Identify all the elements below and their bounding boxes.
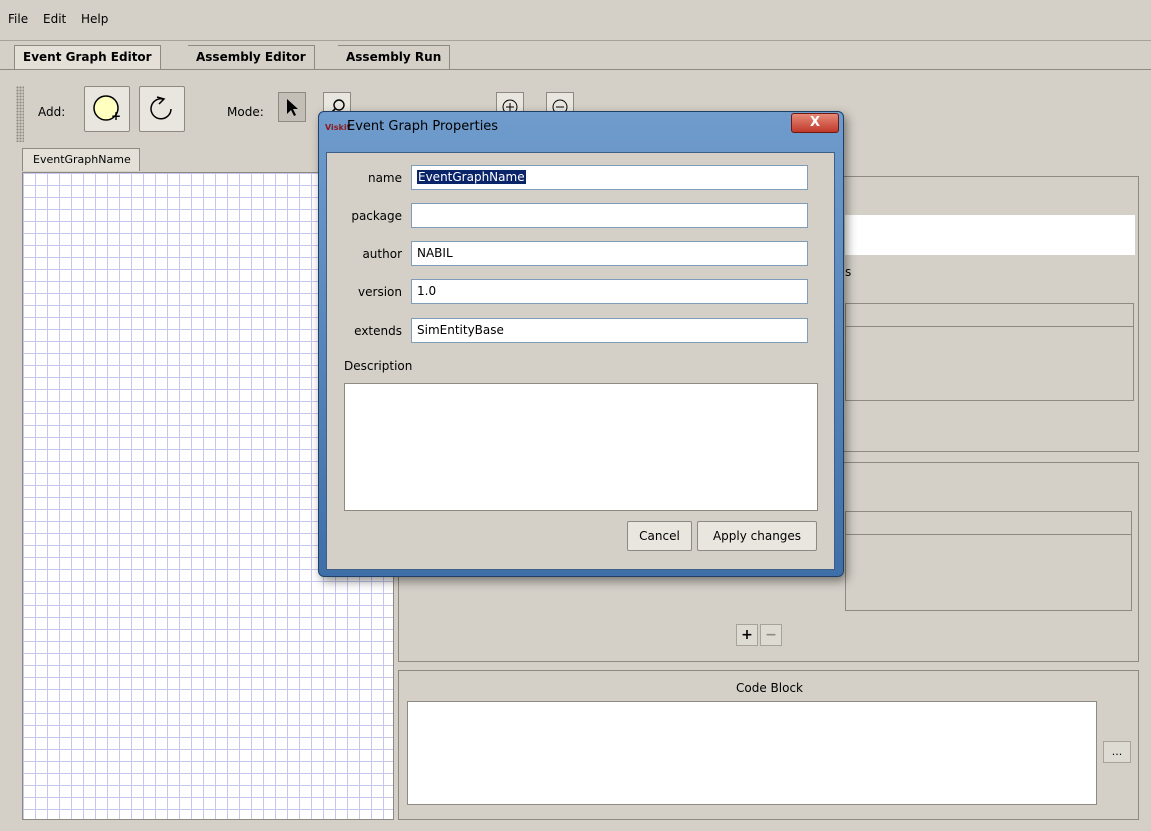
event-node-icon: +	[93, 95, 121, 123]
extends-field[interactable]: SimEntityBase	[411, 318, 808, 343]
add-self-edge-button[interactable]	[139, 86, 185, 132]
name-field[interactable]: EventGraphName	[411, 165, 808, 190]
name-value: EventGraphName	[417, 170, 526, 184]
tab-assembly-run[interactable]: Assembly Run	[338, 45, 451, 69]
tab-assembly-editor[interactable]: Assembly Editor	[188, 45, 315, 69]
remove-row-button[interactable]: −	[760, 624, 782, 646]
name-label: name	[367, 171, 402, 185]
add-event-node-button[interactable]: +	[84, 86, 130, 132]
code-block-label: Code Block	[736, 681, 803, 695]
package-label: package	[351, 209, 402, 223]
add-label: Add:	[38, 105, 66, 119]
state-variables-list[interactable]	[845, 215, 1135, 255]
author-field[interactable]: NABIL	[411, 241, 808, 266]
partial-label: s	[845, 265, 852, 279]
menu-help[interactable]: Help	[81, 12, 108, 26]
mode-label: Mode:	[227, 105, 264, 119]
toolbar-grip[interactable]	[16, 86, 24, 142]
package-field[interactable]	[411, 203, 808, 228]
code-block-textarea[interactable]	[407, 701, 1097, 805]
extends-label: extends	[354, 324, 402, 338]
version-label: version	[358, 285, 402, 299]
menu-separator	[0, 40, 1151, 41]
version-field[interactable]: 1.0	[411, 279, 808, 304]
author-label: author	[362, 247, 402, 261]
dialog-title: Event Graph Properties	[347, 119, 499, 134]
menu-edit[interactable]: Edit	[43, 12, 66, 26]
description-textarea[interactable]	[344, 383, 818, 511]
apply-changes-button[interactable]: Apply changes	[697, 521, 817, 551]
code-block-edit-button[interactable]: ...	[1103, 741, 1131, 763]
self-edge-icon	[150, 96, 172, 120]
parameters-table-body[interactable]	[845, 535, 1132, 611]
tabs-divider	[0, 69, 1151, 70]
table-body[interactable]	[845, 327, 1134, 401]
arrow-pointer-icon	[287, 99, 298, 116]
menu-file[interactable]: File	[8, 12, 28, 26]
close-button[interactable]: X	[791, 113, 839, 133]
description-label: Description	[344, 359, 413, 373]
tab-event-graph-editor[interactable]: Event Graph Editor	[14, 45, 161, 69]
menu-bar: File Edit Help	[0, 0, 1151, 40]
select-mode-button[interactable]	[278, 92, 306, 122]
graph-tab-eventgraphname[interactable]: EventGraphName	[22, 148, 140, 171]
cancel-button[interactable]: Cancel	[627, 521, 692, 551]
parameters-column-header[interactable]	[845, 511, 1132, 535]
add-row-button[interactable]: +	[736, 624, 758, 646]
svg-text:+: +	[111, 109, 121, 123]
table-column-header[interactable]	[845, 303, 1134, 327]
code-block-panel: Code Block ...	[398, 670, 1139, 820]
